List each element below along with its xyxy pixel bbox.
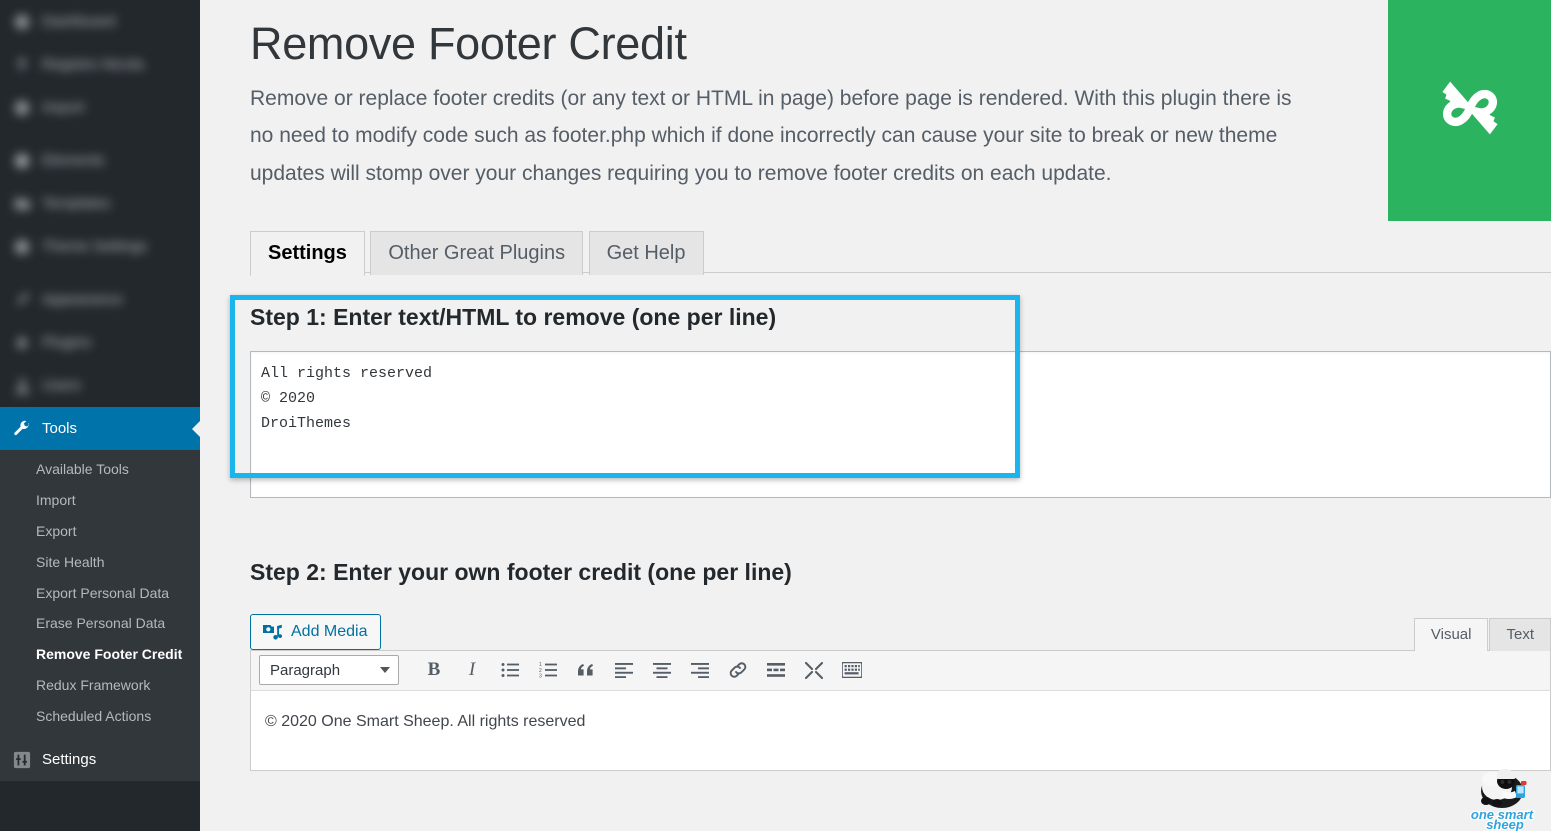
toolbar-toggle-icon[interactable] xyxy=(833,655,871,685)
sidebar-item-blurred-1[interactable]: Registro Nicola xyxy=(0,43,200,86)
italic-icon[interactable]: I xyxy=(453,655,491,685)
sidebar-item-blurred-8[interactable]: Users xyxy=(0,364,200,407)
submenu-item-available-tools[interactable]: Available Tools xyxy=(0,454,200,485)
sidebar-item-label: Registro Nicola xyxy=(42,56,144,73)
step2-section: Step 2: Enter your own footer credit (on… xyxy=(250,558,1551,771)
sidebar-item-label: Appearance xyxy=(42,291,123,308)
post-icon xyxy=(12,98,32,118)
submenu-item-import[interactable]: Import xyxy=(0,485,200,516)
sidebar-separator xyxy=(0,129,200,139)
tab-get-help[interactable]: Get Help xyxy=(589,231,704,275)
step1-title: Step 1: Enter text/HTML to remove (one p… xyxy=(250,303,1551,333)
sidebar-item-blurred-7[interactable]: Plugins xyxy=(0,321,200,364)
watermark-line2: sheep xyxy=(1486,817,1524,831)
submenu-item-redux-framework[interactable]: Redux Framework xyxy=(0,670,200,701)
page-icon xyxy=(12,194,32,214)
submenu-item-export[interactable]: Export xyxy=(0,516,200,547)
brand-banner xyxy=(1388,0,1551,221)
tab-other-great-plugins[interactable]: Other Great Plugins xyxy=(370,231,583,275)
read-more-icon[interactable] xyxy=(757,655,795,685)
editor-paragraph: © 2020 One Smart Sheep. All rights reser… xyxy=(265,709,1536,735)
comments-icon xyxy=(12,237,32,257)
page-description: Remove or replace footer credits (or any… xyxy=(250,80,1310,192)
blockquote-icon[interactable] xyxy=(567,655,605,685)
bold-icon[interactable]: B xyxy=(415,655,453,685)
tab-text[interactable]: Text xyxy=(1489,618,1551,651)
one-smart-sheep-watermark: one smart sheep xyxy=(1459,761,1545,831)
sidebar-item-label: Elements xyxy=(42,152,105,169)
pin-icon xyxy=(12,55,32,75)
numbered-list-icon[interactable]: 1 2 3 xyxy=(529,655,567,685)
sidebar-item-label: Users xyxy=(42,377,81,394)
fullscreen-icon[interactable] xyxy=(795,655,833,685)
link-icon[interactable] xyxy=(719,655,757,685)
submenu-item-erase-personal-data[interactable]: Erase Personal Data xyxy=(0,608,200,639)
users-icon xyxy=(12,376,32,396)
sidebar-item-label: Dashboard xyxy=(42,13,115,30)
tab-settings[interactable]: Settings xyxy=(250,231,365,276)
remove-text-textarea[interactable] xyxy=(250,351,1551,498)
sidebar-item-label: Templates xyxy=(42,195,110,212)
editor-content-area[interactable]: © 2020 One Smart Sheep. All rights reser… xyxy=(250,691,1551,771)
step1-section: Step 1: Enter text/HTML to remove (one p… xyxy=(250,303,1551,498)
sidebar-item-label: Tools xyxy=(42,420,77,437)
media-icon xyxy=(12,151,32,171)
add-media-button[interactable]: Add Media xyxy=(250,614,381,650)
add-media-label: Add Media xyxy=(291,624,368,640)
align-right-icon[interactable] xyxy=(681,655,719,685)
align-center-icon[interactable] xyxy=(643,655,681,685)
submenu-item-export-personal-data[interactable]: Export Personal Data xyxy=(0,578,200,609)
editor-media-row: Add Media Visual Text xyxy=(250,608,1551,650)
tab-visual[interactable]: Visual xyxy=(1414,618,1489,651)
admin-sidebar: Dashboard Registro Nicola Import Element… xyxy=(0,0,200,831)
sidebar-item-blurred-6[interactable]: Appearance xyxy=(0,278,200,321)
sidebar-item-tools[interactable]: Tools xyxy=(0,407,200,450)
chevron-down-icon xyxy=(380,667,390,673)
tools-submenu: Available Tools Import Export Site Healt… xyxy=(0,450,200,738)
editor-mode-tabs: Visual Text xyxy=(1413,617,1551,650)
submenu-item-scheduled-actions[interactable]: Scheduled Actions xyxy=(0,701,200,732)
wp-editor: Add Media Visual Text Paragraph B xyxy=(250,608,1551,771)
sidebar-item-label: Theme Settings xyxy=(42,238,147,255)
submenu-item-site-health[interactable]: Site Health xyxy=(0,547,200,578)
step2-title: Step 2: Enter your own footer credit (on… xyxy=(250,558,1551,588)
dashboard-icon xyxy=(12,12,32,32)
bulleted-list-icon[interactable] xyxy=(491,655,529,685)
sidebar-item-settings[interactable]: Settings xyxy=(0,738,200,781)
screen: Dashboard Registro Nicola Import Element… xyxy=(0,0,1551,831)
align-left-icon[interactable] xyxy=(605,655,643,685)
sidebar-item-blurred-5[interactable]: Theme Settings xyxy=(0,225,200,268)
sidebar-item-label: Plugins xyxy=(42,334,91,351)
format-select[interactable]: Paragraph xyxy=(259,655,399,685)
editor-toolbar: Paragraph B I xyxy=(250,650,1551,691)
sidebar-item-blurred-4[interactable]: Templates xyxy=(0,182,200,225)
plugins-icon xyxy=(12,333,32,353)
sliders-icon xyxy=(12,750,32,770)
sidebar-item-label: Settings xyxy=(42,751,96,768)
submenu-item-remove-footer-credit[interactable]: Remove Footer Credit xyxy=(0,639,200,670)
tab-bar: Settings Other Great Plugins Get Help xyxy=(250,230,1551,273)
sidebar-item-label: Import xyxy=(42,99,85,116)
pinwheel-logo-icon xyxy=(1432,70,1508,151)
svg-text:3: 3 xyxy=(539,674,542,678)
wrench-icon xyxy=(12,419,32,439)
sidebar-item-blurred-2[interactable]: Import xyxy=(0,86,200,129)
sidebar-item-blurred-0[interactable]: Dashboard xyxy=(0,0,200,43)
main-content: Remove Footer Credit Remove or replace f… xyxy=(200,0,1551,831)
page-title: Remove Footer Credit xyxy=(250,0,1551,80)
media-icon xyxy=(262,623,282,641)
appearance-icon xyxy=(12,290,32,310)
format-select-value: Paragraph xyxy=(270,662,340,679)
sidebar-separator-2 xyxy=(0,268,200,278)
sidebar-item-blurred-3[interactable]: Elements xyxy=(0,139,200,182)
